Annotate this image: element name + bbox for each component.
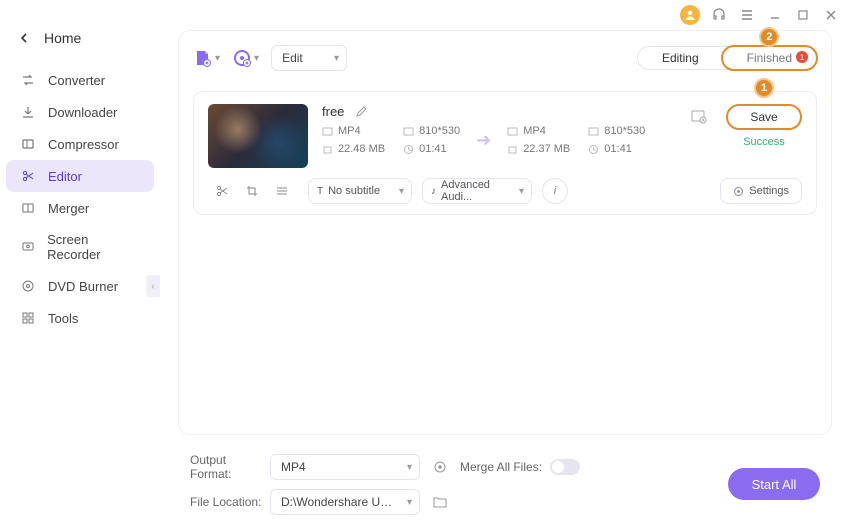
minimize-icon[interactable]	[766, 6, 784, 24]
merge-all-toggle[interactable]	[550, 459, 580, 475]
sidebar-item-screen-recorder[interactable]: Screen Recorder	[6, 224, 154, 270]
tab-finished[interactable]: 2 Finished 1	[721, 45, 818, 71]
save-label: Save	[750, 110, 777, 124]
file-title: free	[322, 104, 344, 119]
finished-badge: 1	[796, 51, 808, 63]
file-card: free MP4 810*530 22.48 MB 01:41 ➜	[193, 91, 817, 215]
out-format: MP4	[523, 125, 546, 137]
sidebar-item-label: DVD Burner	[48, 279, 118, 294]
scissors-icon	[20, 168, 36, 184]
file-location-label: File Location:	[190, 495, 270, 509]
sidebar-item-label: Screen Recorder	[47, 232, 140, 262]
edit-title-icon[interactable]	[354, 105, 368, 119]
in-format: MP4	[338, 125, 361, 137]
close-icon[interactable]	[822, 6, 840, 24]
callout-1: 1	[754, 78, 774, 98]
subtitle-dropdown[interactable]: TNo subtitle	[308, 178, 412, 204]
tab-label: Editing	[662, 51, 699, 65]
file-location-value: D:\Wondershare UniConverter 1	[281, 495, 397, 509]
output-format-value: MP4	[281, 460, 306, 474]
recorder-icon	[20, 239, 35, 255]
sidebar-item-label: Converter	[48, 73, 105, 88]
chevron-left-icon	[20, 33, 30, 43]
file-location-dropdown[interactable]: D:\Wondershare UniConverter 1	[270, 489, 420, 515]
in-duration: 01:41	[419, 143, 447, 155]
menu-icon[interactable]	[738, 6, 756, 24]
compressor-icon	[20, 136, 36, 152]
in-size: 22.48 MB	[338, 143, 385, 155]
tab-editing[interactable]: Editing	[638, 47, 723, 69]
back-home[interactable]: Home	[0, 30, 160, 64]
start-all-label: Start All	[752, 477, 797, 492]
output-settings-icon[interactable]	[430, 457, 450, 477]
support-icon[interactable]	[710, 6, 728, 24]
save-button[interactable]: Save	[726, 104, 802, 130]
open-folder-icon[interactable]	[430, 492, 450, 512]
sidebar-item-downloader[interactable]: Downloader	[6, 96, 154, 128]
sidebar-item-label: Merger	[48, 201, 89, 216]
out-size: 22.37 MB	[523, 143, 570, 155]
start-all-button[interactable]: Start All	[728, 468, 820, 500]
settings-button[interactable]: Settings	[720, 178, 802, 204]
arrow-right-icon: ➜	[476, 130, 491, 151]
effects-icon[interactable]	[274, 183, 290, 199]
sidebar-item-label: Tools	[48, 311, 78, 326]
subtitle-value: No subtitle	[328, 185, 380, 197]
in-resolution: 810*530	[419, 125, 460, 137]
converter-icon	[20, 72, 36, 88]
audio-dropdown[interactable]: ♪Advanced Audi...	[422, 178, 532, 204]
output-format-dropdown[interactable]: MP4	[270, 454, 420, 480]
crop-icon[interactable]	[244, 183, 260, 199]
output-format-label: Output Format:	[190, 453, 270, 481]
trim-icon[interactable]	[214, 183, 230, 199]
out-resolution: 810*530	[604, 125, 645, 137]
sidebar-item-editor[interactable]: Editor	[6, 160, 154, 192]
maximize-icon[interactable]	[794, 6, 812, 24]
add-dvd-button[interactable]: ▾	[232, 48, 259, 68]
disc-icon	[20, 278, 36, 294]
collapse-sidebar-button[interactable]: ‹	[146, 275, 160, 297]
sidebar-item-merger[interactable]: Merger	[6, 192, 154, 224]
merge-all-label: Merge All Files:	[460, 460, 550, 474]
sidebar-item-dvd-burner[interactable]: DVD Burner	[6, 270, 154, 302]
tab-label: Finished	[747, 51, 792, 65]
sidebar-item-label: Compressor	[48, 137, 119, 152]
add-file-button[interactable]: ▾	[193, 48, 220, 68]
info-button[interactable]: i	[542, 178, 568, 204]
audio-value: Advanced Audi...	[441, 179, 509, 203]
video-thumbnail[interactable]	[208, 104, 308, 168]
grid-icon	[20, 310, 36, 326]
home-label: Home	[44, 30, 81, 46]
sidebar-item-label: Downloader	[48, 105, 117, 120]
user-avatar[interactable]	[680, 5, 700, 25]
download-icon	[20, 104, 36, 120]
file-settings-icon[interactable]	[686, 104, 712, 130]
mode-dropdown[interactable]: Edit	[271, 45, 347, 71]
sidebar-item-compressor[interactable]: Compressor	[6, 128, 154, 160]
settings-label: Settings	[749, 185, 789, 197]
callout-2: 2	[759, 27, 779, 47]
out-duration: 01:41	[604, 143, 632, 155]
status-text: Success	[743, 136, 785, 148]
sidebar-item-converter[interactable]: Converter	[6, 64, 154, 96]
mode-dropdown-value: Edit	[282, 51, 303, 65]
sidebar-item-label: Editor	[48, 169, 82, 184]
sidebar-item-tools[interactable]: Tools	[6, 302, 154, 334]
merger-icon	[20, 200, 36, 216]
